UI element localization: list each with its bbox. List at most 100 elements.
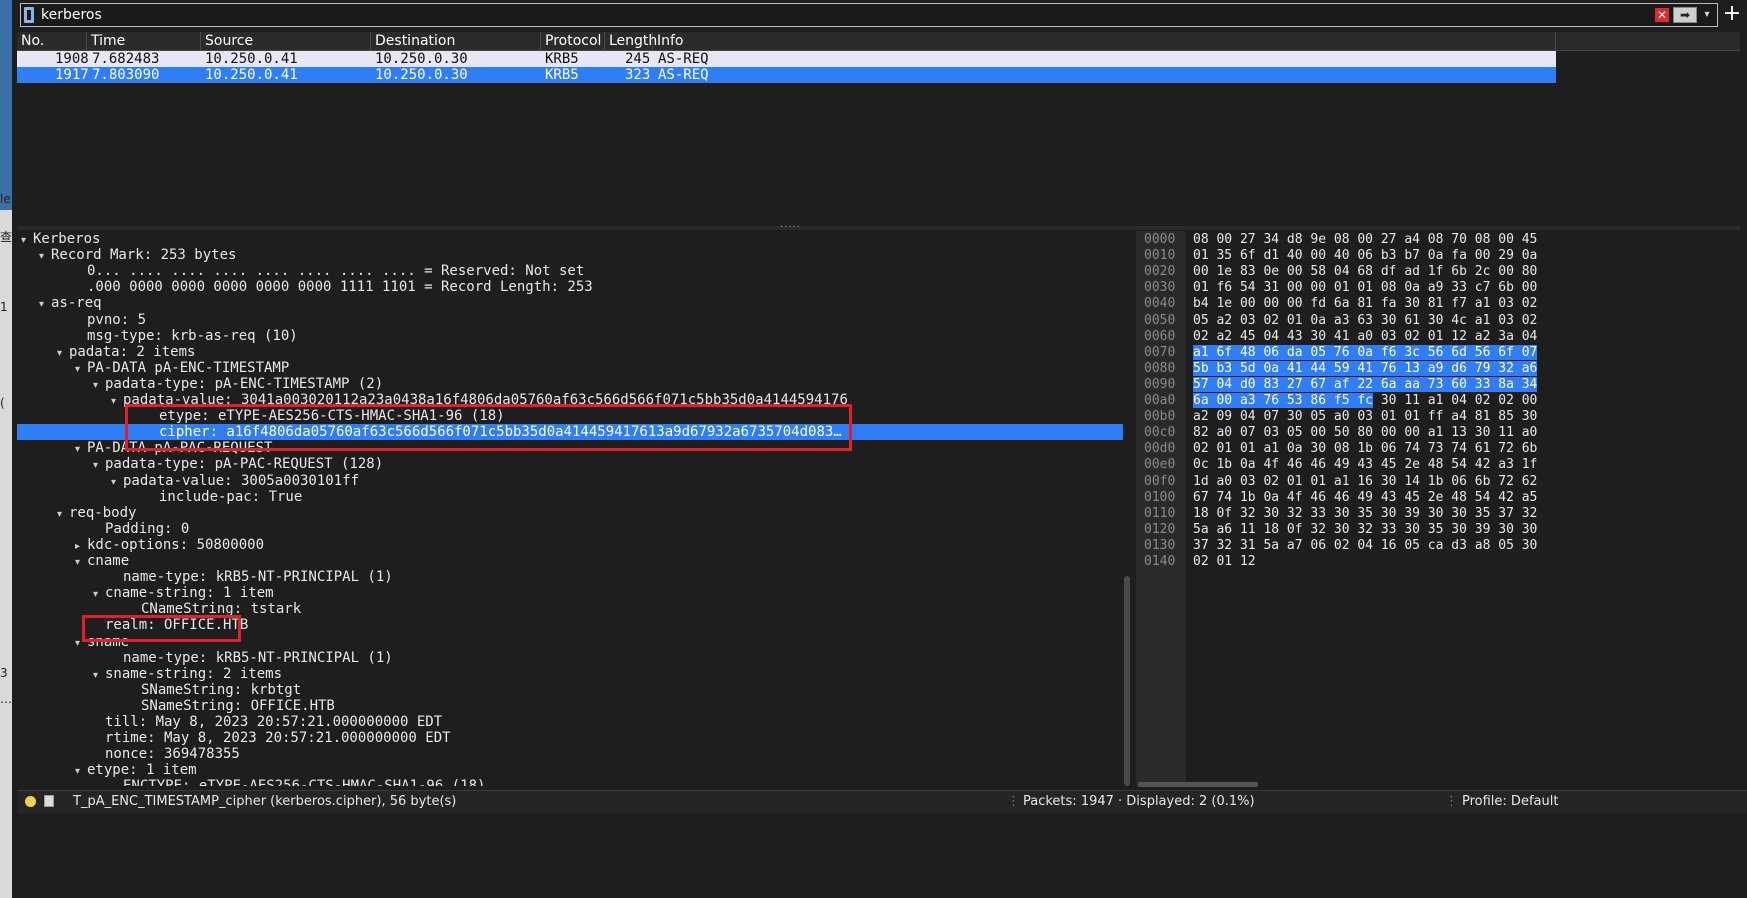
bytes-hex-group-a: 01 f6 54 31 00 00 01 01 [1193,280,1374,296]
column-header-destination[interactable]: Destination [371,32,541,50]
bytes-row: 0120 5a a6 11 18 0f 32 30 32 33 30 35 30 … [1136,522,1560,538]
bytes-offset: 00d0 [1144,441,1176,457]
details-row[interactable]: SNameString: OFFICE.HTB [17,698,1123,714]
bytes-row: 00c0 82 a0 07 03 05 00 50 80 00 00 a1 13 … [1136,425,1560,441]
bytes-row: 0000 08 00 27 34 d8 9e 08 00 27 a4 08 70 … [1136,232,1560,248]
details-row[interactable]: ▾ padata-value: 3005a0030101ff [17,473,1123,489]
details-row[interactable]: nonce: 369478355 [17,746,1123,762]
details-row[interactable]: msg-type: krb-as-req (10) [17,328,1123,344]
bytes-hex[interactable]: 37 32 31 5a a7 06 02 04 16 05 ca d3 a8 0… [1193,538,1537,554]
clear-filter-icon[interactable]: ✕ [1655,8,1669,22]
details-row[interactable]: ENCTYPE: eTYPE-AES256-CTS-HMAC-SHA1-96 (… [17,778,1123,786]
details-row[interactable]: ▾ sname-string: 2 items [17,666,1123,682]
bytes-offset: 0130 [1144,537,1176,553]
details-row[interactable]: ▾ padata-type: pA-PAC-REQUEST (128) [17,456,1123,472]
packet-destination: 10.250.0.30 [375,67,468,83]
bytes-horizontal-scrollbar[interactable] [1138,782,1258,787]
bytes-hex-group-b: 00 00 a1 13 30 11 a0 [1380,425,1538,441]
bytes-hex[interactable]: 01 f6 54 31 00 00 01 01 08 0a a9 33 c7 6… [1193,280,1537,296]
details-row[interactable]: ▾ padata-type: pA-ENC-TIMESTAMP (2) [17,376,1123,392]
bytes-hex[interactable]: 02 01 01 a1 0a 30 08 1b 06 74 73 74 61 7… [1193,441,1537,457]
details-row-text: padata-type: pA-PAC-REQUEST (128) [105,456,384,473]
details-row[interactable]: pvno: 5 [17,312,1123,328]
bytes-hex-group-a: 5a a6 11 18 0f 32 30 32 [1193,521,1374,537]
splitter-grip-icon[interactable]: ····· [780,223,801,233]
bytes-hex[interactable]: 00 1e 83 0e 00 58 04 68 df ad 1f 6b 2c 0… [1193,264,1537,280]
details-scrollbar[interactable] [1124,576,1130,786]
bytes-hex[interactable]: 02 01 12 [1193,554,1256,570]
bytes-hex[interactable]: 02 a2 45 04 43 30 41 a0 03 02 01 12 a2 3… [1193,329,1537,345]
column-header-info[interactable]: Info [653,32,1556,50]
bytes-hex-group-a: 37 32 31 5a a7 06 02 04 [1193,537,1374,553]
bytes-hex-group-b: 30 14 1b 06 6b 72 62 [1380,473,1538,489]
details-row[interactable]: ▾ cname [17,553,1123,569]
bytes-hex[interactable]: b4 1e 00 00 00 fd 6a 81 fa 30 81 f7 a1 0… [1193,296,1537,312]
bytes-hex-group-a: 67 74 1b 0a 4f 46 46 49 [1193,489,1374,505]
details-row[interactable]: .000 0000 0000 0000 0000 0000 1111 1101 … [17,279,1123,295]
packet-row[interactable]: 1908 7.682483 10.250.0.41 10.250.0.30 KR… [17,51,1556,67]
bytes-hex-group-a: 82 a0 07 03 05 00 50 80 [1193,425,1374,441]
bytes-row: 0010 01 35 6f d1 40 00 40 06 b3 b7 0a fa … [1136,248,1560,264]
bytes-hex-group-b: 6a aa 73 60 33 8a 34 [1380,376,1538,392]
bytes-hex[interactable]: 08 00 27 34 d8 9e 08 00 27 a4 08 70 08 0… [1193,232,1537,248]
bytes-hex[interactable]: 5a a6 11 18 0f 32 30 32 33 30 35 30 39 3… [1193,522,1537,538]
details-row[interactable]: Padding: 0 [17,521,1123,537]
filter-bookmark-icon[interactable] [24,7,34,23]
bytes-hex-group-b: 30 11 a1 04 02 02 00 [1380,393,1538,408]
apply-filter-arrow-icon[interactable]: ➡ [1673,7,1697,23]
bytes-hex[interactable]: 0c 1b 0a 4f 46 46 49 43 45 2e 48 54 42 a… [1193,457,1537,473]
column-header-time[interactable]: Time [87,32,201,50]
details-row[interactable]: name-type: kRB5-NT-PRINCIPAL (1) [17,569,1123,585]
desktop-edge-strip: le 查 1 ( 3 … [0,0,12,898]
filter-history-chevron-down-icon[interactable]: ▾ [1701,7,1713,23]
bytes-offset: 0000 [1144,232,1176,247]
packet-row-selected[interactable]: 1917 7.803090 10.250.0.41 10.250.0.30 KR… [17,67,1556,83]
bytes-offset: 0030 [1144,280,1176,296]
expert-info-led-icon[interactable] [25,796,36,807]
add-filter-button[interactable]: + [1722,1,1742,27]
bytes-hex[interactable]: 18 0f 32 30 32 33 30 35 30 39 30 30 35 3… [1193,506,1537,522]
status-profile[interactable]: Profile: Default [1462,794,1558,809]
details-row[interactable]: ▾ as-req [17,295,1123,311]
bytes-hex[interactable]: 5b b3 5d 0a 41 44 59 41 76 13 a9 d6 79 3… [1193,360,1538,377]
details-row[interactable]: 0... .... .... .... .... .... .... .... … [17,263,1123,279]
bytes-hex[interactable]: 05 a2 03 02 01 0a a3 63 30 61 30 4c a1 0… [1193,313,1537,329]
bytes-hex[interactable]: 67 74 1b 0a 4f 46 46 49 43 45 2e 48 54 4… [1193,490,1537,506]
details-row[interactable]: rtime: May 8, 2023 20:57:21.000000000 ED… [17,730,1123,746]
bytes-hex[interactable]: a2 09 04 07 30 05 a0 03 01 01 ff a4 81 8… [1193,409,1537,425]
display-filter-input[interactable] [41,5,1641,25]
details-row[interactable]: ▾ Record Mark: 253 bytes [17,247,1123,263]
pane-splitter[interactable] [17,226,1740,230]
bytes-hex[interactable]: 01 35 6f d1 40 00 40 06 b3 b7 0a fa 00 2… [1193,248,1537,264]
column-header-source[interactable]: Source [201,32,371,50]
details-row[interactable]: ▾ PA-DATA pA-ENC-TIMESTAMP [17,360,1123,376]
bytes-hex-group-a: 02 01 01 a1 0a 30 08 1b [1193,441,1374,457]
details-row[interactable]: include-pac: True [17,489,1123,505]
details-row[interactable]: ▾ padata: 2 items [17,344,1123,360]
bytes-hex[interactable]: a1 6f 48 06 da 05 76 0a f6 3c 56 6d 56 6… [1193,344,1538,361]
bytes-hex[interactable]: 57 04 d0 83 27 67 af 22 6a aa 73 60 33 8… [1193,376,1538,393]
column-header-length[interactable]: Length [605,32,657,50]
details-row[interactable]: ▾ req-body [17,505,1123,521]
details-row[interactable]: ▾ etype: 1 item [17,762,1123,778]
packet-source: 10.250.0.41 [205,51,298,67]
status-bar: T_pA_ENC_TIMESTAMP_cipher (kerberos.ciph… [17,790,1747,813]
details-row-text: req-body [69,504,137,521]
bytes-hex[interactable]: 6a 00 a3 76 53 86 f5 fc 30 11 a1 04 02 0… [1193,393,1537,409]
details-row[interactable]: ▸ kdc-options: 50800000 [17,537,1123,553]
column-header-protocol[interactable]: Protocol [541,32,605,50]
capture-comment-icon[interactable] [44,795,54,807]
bytes-offset: 0060 [1144,328,1176,344]
details-row-text: Kerberos [33,231,101,247]
details-row-text: msg-type: krb-as-req (10) [87,327,298,344]
details-row[interactable]: name-type: kRB5-NT-PRINCIPAL (1) [17,650,1123,666]
details-row[interactable]: ▾ cname-string: 1 item [17,585,1123,601]
bytes-hex[interactable]: 82 a0 07 03 05 00 50 80 00 00 a1 13 30 1… [1193,425,1537,441]
column-header-no[interactable]: No. [17,32,87,50]
bytes-hex[interactable]: 1d a0 03 02 01 01 a1 16 30 14 1b 06 6b 7… [1193,474,1537,490]
details-row[interactable]: ▾ Kerberos [17,231,1123,247]
details-row-text: include-pac: True [159,488,303,505]
details-row[interactable]: SNameString: krbtgt [17,682,1123,698]
bytes-row: 00f0 1d a0 03 02 01 01 a1 16 30 14 1b 06 … [1136,474,1560,490]
details-row[interactable]: till: May 8, 2023 20:57:21.000000000 EDT [17,714,1123,730]
